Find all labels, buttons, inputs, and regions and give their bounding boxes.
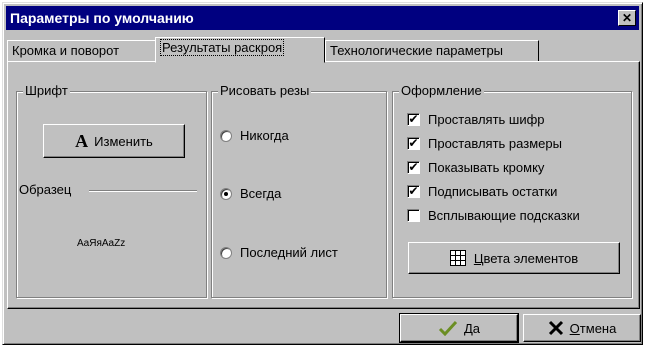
dialog-window: Параметры по умолчанию ✕ Кромка и поворо…	[2, 2, 643, 345]
checkbox-show-code[interactable]: ✔ Проставлять шифр	[407, 112, 545, 127]
checkbox-label: Проставлять шифр	[428, 112, 545, 127]
checkbox-label-remnants[interactable]: ✔ Подписывать остатки	[407, 184, 557, 199]
tab-label: Результаты раскроя	[160, 39, 285, 56]
checkbox-indicator: ✔	[407, 185, 420, 198]
check-mark-icon: ✔	[408, 160, 419, 174]
checkbox-label: Подписывать остатки	[428, 184, 558, 199]
grid-icon	[449, 250, 466, 266]
close-icon: ✕	[621, 11, 633, 25]
radio-always[interactable]: Всегда	[220, 186, 281, 201]
window-title: Параметры по умолчанию	[10, 10, 194, 26]
element-colors-button[interactable]: Цвета элементов	[408, 242, 620, 274]
check-mark-icon: ✔	[408, 136, 419, 150]
check-mark-icon: ✔	[408, 184, 419, 198]
check-mark-icon: ✔	[408, 112, 419, 126]
tab-edge-rotation[interactable]: Кромка и поворот	[7, 40, 157, 62]
font-group: Шрифт A Изменить Образец AaЯяAaZz	[16, 83, 207, 298]
tab-technological-params[interactable]: Технологические параметры	[325, 40, 539, 62]
sample-label: Образец	[19, 182, 72, 197]
radio-label: Никогда	[240, 128, 289, 143]
radio-label: Последний лист	[240, 245, 338, 260]
font-sample-text: AaЯяAaZz	[77, 238, 126, 249]
checkbox-indicator	[407, 209, 420, 222]
checkbox-label: Всплывающие подсказки	[428, 208, 580, 223]
checkbox-indicator: ✔	[407, 161, 420, 174]
checkbox-label: Показывать кромку	[428, 160, 545, 175]
radio-indicator	[220, 129, 232, 142]
checkbox-tooltips[interactable]: Всплывающие подсказки	[407, 208, 580, 223]
tab-label: Технологические параметры	[330, 43, 504, 58]
sample-separator	[89, 190, 197, 192]
change-font-button[interactable]: A Изменить	[43, 124, 185, 158]
font-group-legend: Шрифт	[23, 83, 70, 99]
draw-cuts-legend: Рисовать резы	[218, 83, 312, 99]
radio-label: Всегда	[240, 186, 282, 201]
x-icon	[548, 320, 563, 336]
ok-label: Да	[463, 320, 481, 336]
radio-never[interactable]: Никогда	[220, 128, 289, 143]
draw-cuts-group: Рисовать резы Никогда Всегда Последний л…	[211, 83, 387, 298]
radio-indicator	[220, 187, 232, 200]
checkbox-label: Проставлять размеры	[428, 136, 562, 151]
checkbox-show-edge[interactable]: ✔ Показывать кромку	[407, 160, 544, 175]
radio-last-sheet[interactable]: Последний лист	[220, 245, 338, 260]
title-bar[interactable]: Параметры по умолчанию ✕	[6, 6, 639, 30]
checkbox-indicator: ✔	[407, 137, 420, 150]
design-group: Оформление ✔ Проставлять шифр ✔ Проставл…	[392, 83, 632, 298]
design-group-legend: Оформление	[399, 83, 484, 99]
change-font-label: Изменить	[94, 133, 153, 149]
tab-label: Кромка и поворот	[12, 43, 120, 58]
checkbox-indicator: ✔	[407, 113, 420, 126]
close-button[interactable]: ✕	[618, 10, 636, 26]
check-icon	[438, 320, 458, 336]
element-colors-label: Цвета элементов	[473, 250, 579, 266]
font-icon: A	[75, 130, 89, 151]
ok-button[interactable]: Да	[399, 313, 519, 343]
checkbox-show-dimensions[interactable]: ✔ Проставлять размеры	[407, 136, 562, 151]
cancel-label: Отмена	[569, 320, 617, 336]
cancel-button[interactable]: Отмена	[523, 314, 641, 342]
tab-panel: Шрифт A Изменить Образец AaЯяAaZz Рисова…	[7, 61, 640, 309]
tab-cutting-results[interactable]: Результаты раскроя	[155, 37, 325, 63]
radio-indicator	[220, 246, 232, 259]
